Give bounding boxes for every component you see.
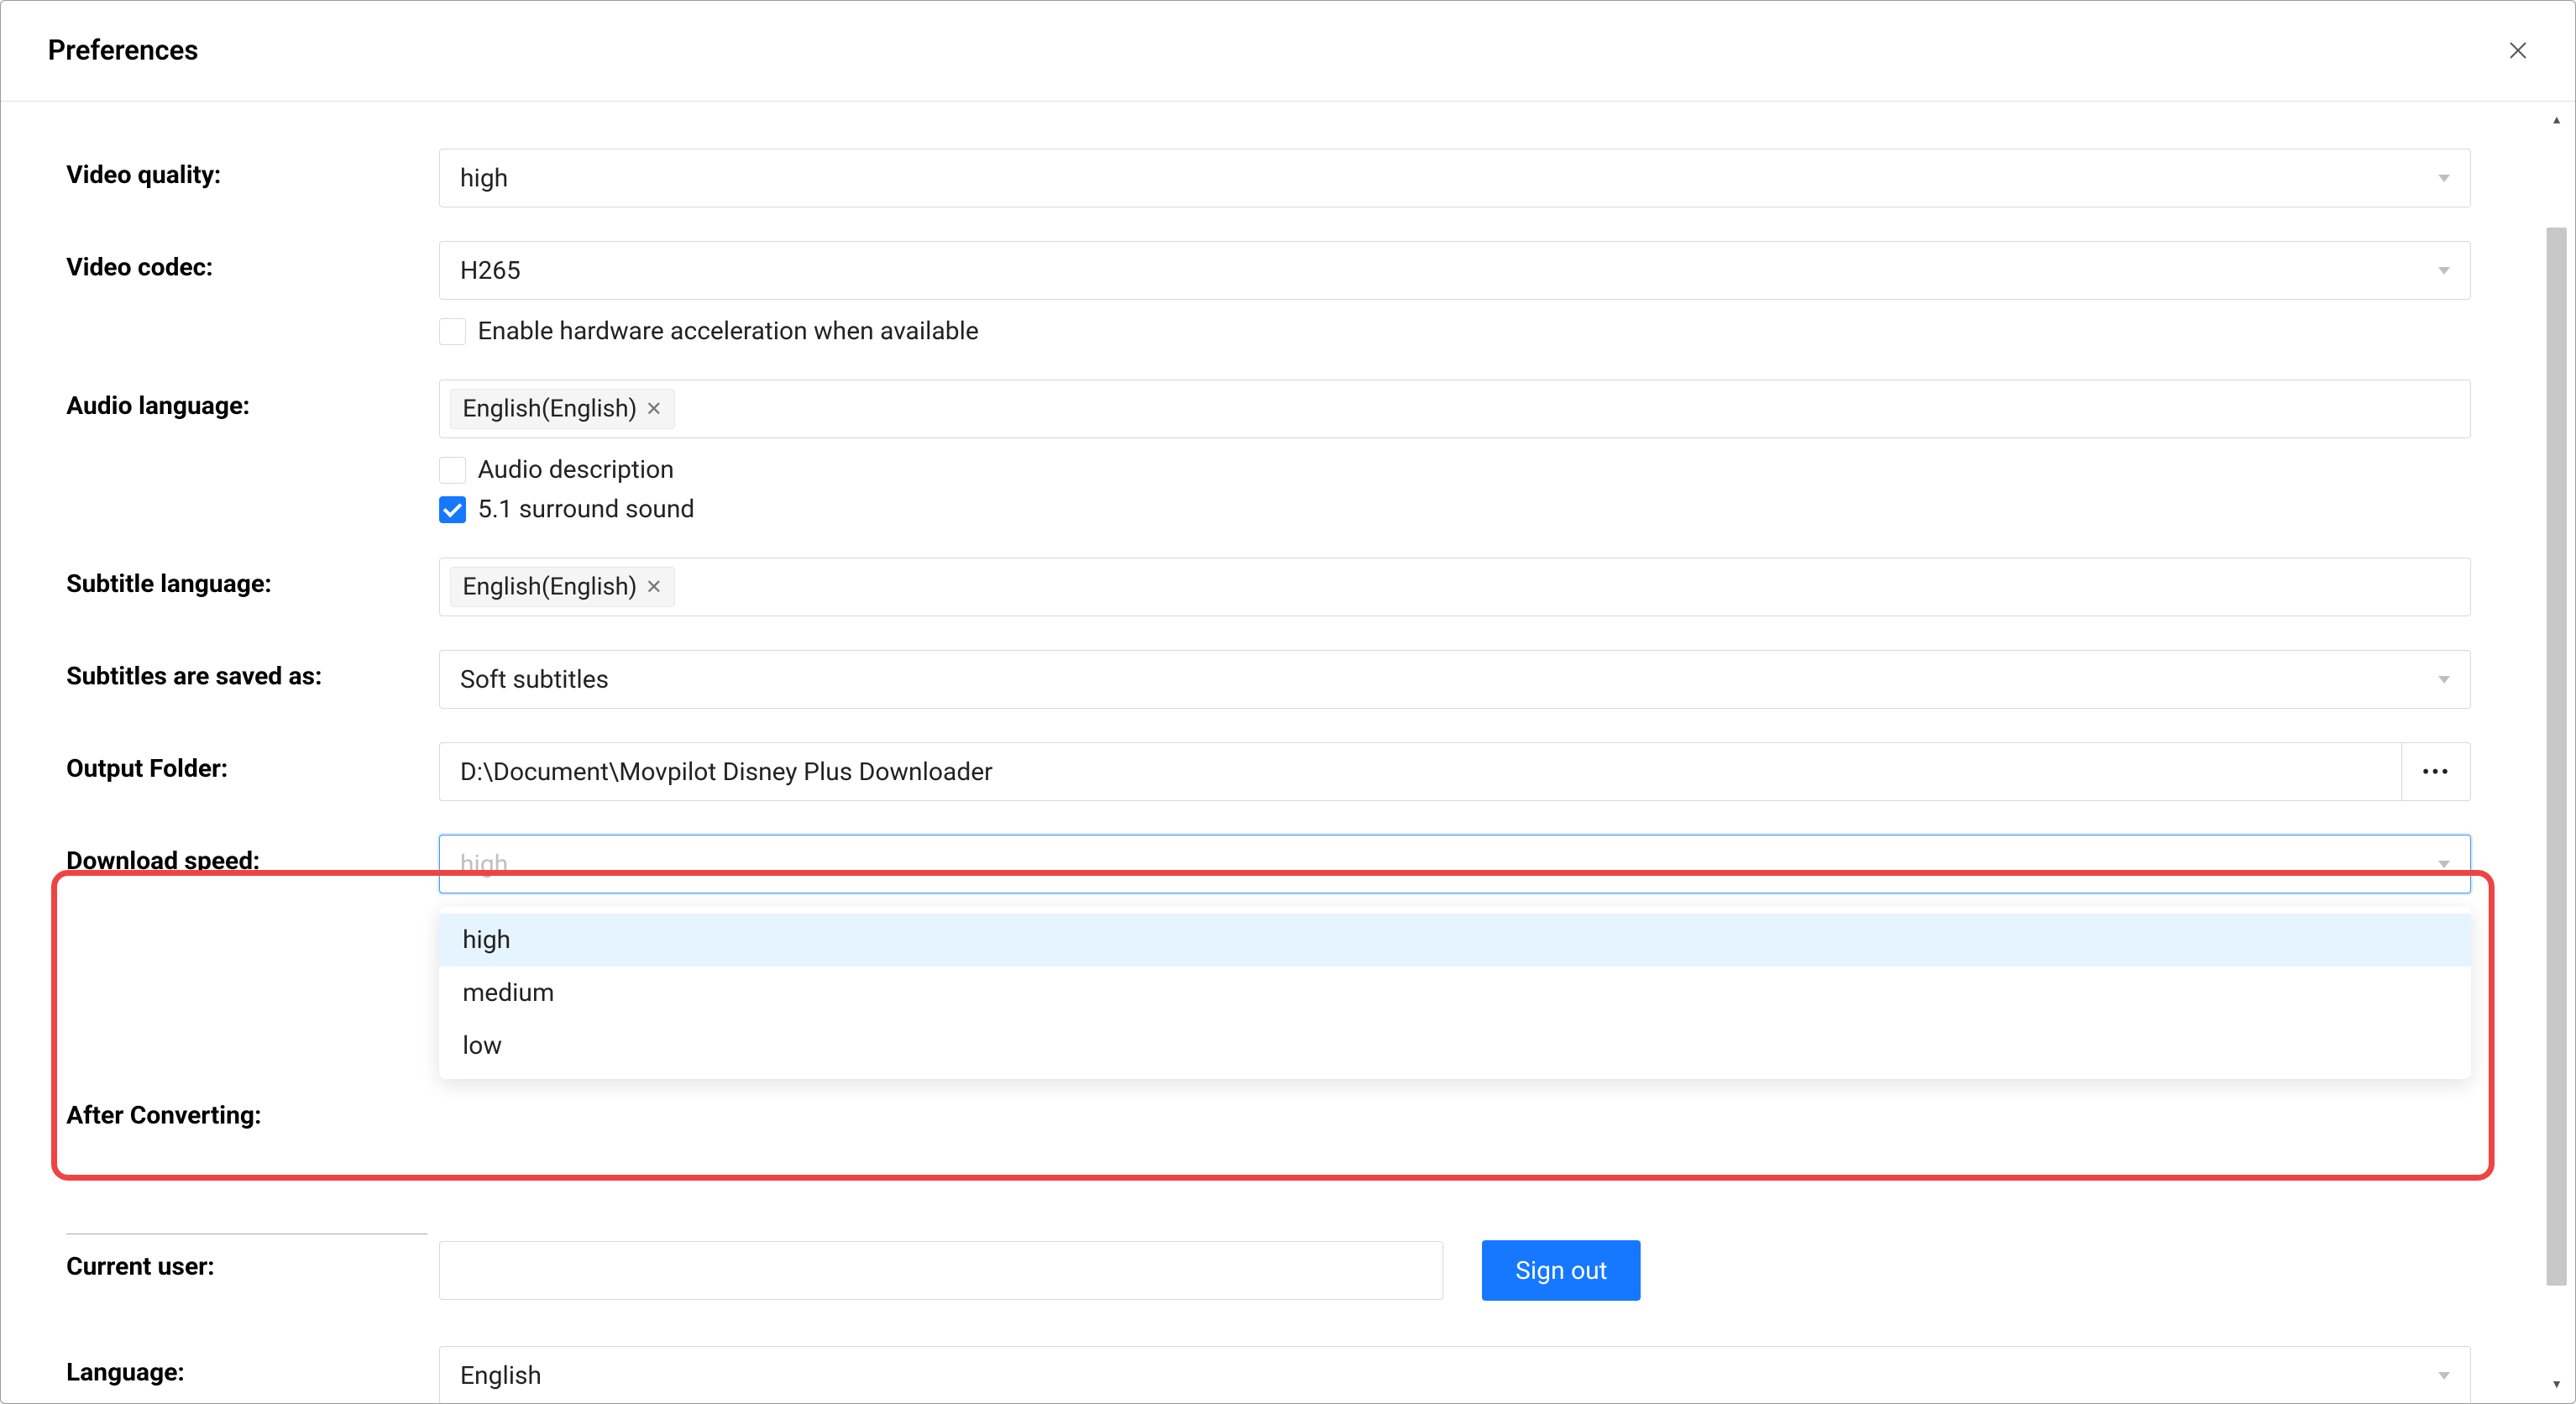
browse-button[interactable]: ••• (2402, 742, 2471, 801)
label-video-codec: Video codec: (66, 253, 213, 282)
tag-remove-icon[interactable]: ✕ (646, 397, 662, 421)
scroll-down-icon[interactable]: ▼ (2545, 1375, 2568, 1395)
row-output-folder: Output Folder: D:\Document\Movpilot Disn… (66, 742, 2521, 801)
select-language[interactable]: English (439, 1346, 2471, 1403)
label-subtitle-language: Subtitle language: (66, 569, 272, 599)
select-video-codec[interactable]: H265 (439, 241, 2471, 300)
row-after-converting: After Converting: (66, 1089, 439, 1130)
select-video-quality[interactable]: high (439, 149, 2471, 207)
option-low[interactable]: low (439, 1019, 2471, 1072)
scroll-up-icon[interactable]: ▲ (2545, 110, 2568, 130)
tag-label: English(English) (463, 395, 637, 423)
close-icon (2508, 40, 2528, 60)
row-download-speed: Download speed: high high medium low (66, 835, 2521, 1079)
checkbox-audio-description[interactable] (439, 457, 466, 484)
label-audio-description: Audio description (478, 455, 674, 485)
value-video-codec: H265 (460, 256, 521, 286)
chevron-down-icon (2438, 861, 2450, 868)
chevron-down-icon (2438, 1372, 2450, 1380)
current-user-group: Sign out (439, 1240, 2471, 1301)
label-after-converting: After Converting: (66, 1101, 262, 1130)
row-subtitles-saved-as: Subtitles are saved as: Soft subtitles (66, 650, 2521, 709)
row-video-codec: Video codec: H265 Enable hardware accele… (66, 241, 2521, 346)
label-surround: 5.1 surround sound (478, 495, 694, 524)
close-button[interactable] (2508, 37, 2528, 65)
scroll-thumb[interactable] (2547, 228, 2567, 1286)
input-output-folder[interactable]: D:\Document\Movpilot Disney Plus Downloa… (439, 742, 2402, 801)
label-language: Language: (66, 1358, 185, 1387)
tag-label: English(English) (463, 573, 637, 601)
label-output-folder: Output Folder: (66, 754, 228, 783)
window-title: Preferences (48, 34, 198, 67)
content: Video quality: high Video codec: H265 (1, 102, 2542, 1403)
field-download-speed: high high medium low (439, 835, 2471, 1079)
value-subtitles-saved-as: Soft subtitles (460, 665, 609, 694)
row-audio-language: Audio language: English(English) ✕ Audio… (66, 380, 2521, 524)
preferences-window: Preferences Video quality: high Video co… (0, 0, 2576, 1404)
value-language: English (460, 1361, 542, 1391)
content-wrap: Video quality: high Video codec: H265 (1, 102, 2575, 1403)
row-current-user: Current user: Sign out (66, 1240, 2488, 1301)
row-hw-accel: Enable hardware acceleration when availa… (439, 317, 2471, 346)
select-subtitles-saved-as[interactable]: Soft subtitles (439, 650, 2471, 709)
row-language: Language: English (66, 1346, 2488, 1403)
label-audio-language: Audio language: (66, 391, 250, 421)
label-video-quality: Video quality: (66, 160, 221, 190)
label-download-speed: Download speed: (66, 846, 260, 876)
select-download-speed[interactable]: high (439, 835, 2471, 893)
label-current-user: Current user: (66, 1252, 215, 1281)
input-current-user[interactable] (439, 1241, 1443, 1300)
chevron-down-icon (2438, 267, 2450, 275)
value-output-folder: D:\Document\Movpilot Disney Plus Downloa… (460, 757, 992, 787)
option-high[interactable]: high (439, 914, 2471, 967)
tagbox-audio-language[interactable]: English(English) ✕ (439, 380, 2471, 438)
tag-audio-english[interactable]: English(English) ✕ (450, 389, 675, 429)
tagbox-subtitle-language[interactable]: English(English) ✕ (439, 558, 2471, 616)
row-video-quality: Video quality: high (66, 149, 2521, 207)
tag-subtitle-english[interactable]: English(English) ✕ (450, 567, 675, 607)
value-video-quality: high (460, 164, 508, 193)
tag-remove-icon[interactable]: ✕ (646, 575, 662, 599)
row-surround: 5.1 surround sound (439, 495, 2471, 524)
dropdown-download-speed: high medium low (439, 907, 2471, 1079)
titlebar: Preferences (1, 1, 2575, 102)
scrollbar[interactable]: ▲ ▼ (2545, 102, 2568, 1403)
row-audio-desc: Audio description (439, 455, 2471, 485)
chevron-down-icon (2438, 175, 2450, 182)
option-medium[interactable]: medium (439, 967, 2471, 1019)
chevron-down-icon (2438, 676, 2450, 684)
placeholder-download-speed: high (460, 850, 508, 879)
label-hw-accel: Enable hardware acceleration when availa… (478, 317, 979, 346)
sign-out-button[interactable]: Sign out (1482, 1240, 1641, 1301)
ellipsis-icon: ••• (2422, 758, 2450, 786)
checkbox-surround[interactable] (439, 496, 466, 523)
label-subtitles-saved-as: Subtitles are saved as: (66, 662, 322, 691)
checkbox-hw-accel[interactable] (439, 318, 466, 345)
row-subtitle-language: Subtitle language: English(English) ✕ (66, 558, 2521, 616)
output-folder-group: D:\Document\Movpilot Disney Plus Downloa… (439, 742, 2471, 801)
